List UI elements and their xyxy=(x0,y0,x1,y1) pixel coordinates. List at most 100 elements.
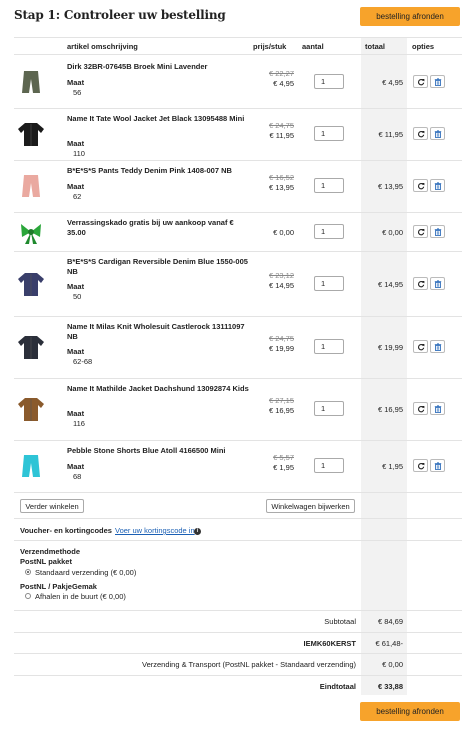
size-label: Maat xyxy=(67,182,85,191)
original-price: € 22,27 xyxy=(268,69,294,78)
product-name[interactable]: B*E*S*S Cardigan Reversible Denim Blue 1… xyxy=(67,257,252,277)
line-total: € 19,99 xyxy=(377,343,403,352)
continue-shopping-button[interactable]: Verder winkelen xyxy=(20,499,84,513)
trash-icon[interactable] xyxy=(430,127,445,140)
product-name[interactable]: Dirk 32BR-07645B Broek Mini Lavender xyxy=(67,62,252,72)
size-value: 62 xyxy=(73,192,82,201)
shipping-group-pakjegemak: PostNL / PakjeGemak xyxy=(20,582,97,591)
trash-icon[interactable] xyxy=(430,75,445,88)
subtotal-label: Subtotaal xyxy=(324,617,356,626)
cart-row: B*E*S*S Cardigan Reversible Denim Blue 1… xyxy=(0,251,475,316)
voucher-link[interactable]: Voer uw kortingscode in xyxy=(115,526,195,535)
refresh-icon[interactable] xyxy=(413,225,428,238)
product-image[interactable] xyxy=(16,451,46,481)
original-price: € 27,15 xyxy=(268,396,294,405)
line-total: € 11,95 xyxy=(378,130,403,139)
line-total: € 0,00 xyxy=(382,228,403,237)
trash-icon[interactable] xyxy=(430,459,445,472)
refresh-icon[interactable] xyxy=(413,459,428,472)
divider xyxy=(14,518,462,519)
divider xyxy=(14,610,462,611)
checkout-button-top[interactable]: bestelling afronden xyxy=(360,7,460,26)
size-label: Maat xyxy=(67,462,85,471)
divider xyxy=(14,653,462,654)
shipping-cost-value: € 0,00 xyxy=(382,660,403,669)
product-name[interactable]: Verrassingskado gratis bij uw aankoop va… xyxy=(67,218,252,238)
subtotal-value: € 84,69 xyxy=(377,617,403,626)
divider xyxy=(14,540,462,541)
unit-price: € 14,95 xyxy=(268,281,294,290)
discount-code-label: IEMK60KERST xyxy=(303,639,356,648)
original-price: € 5,57 xyxy=(273,453,294,462)
quantity-input[interactable]: 1 xyxy=(314,458,344,473)
divider xyxy=(14,54,462,55)
product-image[interactable] xyxy=(16,119,46,149)
trash-icon[interactable] xyxy=(430,179,445,192)
radio-standard-shipping[interactable] xyxy=(25,569,31,575)
product-image[interactable] xyxy=(16,394,46,424)
size-value: 56 xyxy=(73,88,82,97)
size-value: 110 xyxy=(73,149,85,158)
info-icon[interactable]: i xyxy=(194,526,201,535)
cart-row: Name It Milas Knit Wholesuit Castlerock … xyxy=(0,316,475,378)
radio-pickup-shipping[interactable] xyxy=(25,593,31,599)
divider xyxy=(14,675,462,676)
product-image[interactable] xyxy=(16,269,46,299)
discount-value: € 61,48- xyxy=(375,639,403,648)
unit-price: € 4,95 xyxy=(273,79,294,88)
trash-icon[interactable] xyxy=(430,340,445,353)
col-header-qty: aantal xyxy=(302,42,324,51)
product-image[interactable] xyxy=(16,217,46,247)
shipping-group-postnl: PostNL pakket xyxy=(20,557,72,566)
divider xyxy=(14,632,462,633)
refresh-icon[interactable] xyxy=(413,179,428,192)
quantity-input[interactable]: 1 xyxy=(314,74,344,89)
unit-price: € 1,95 xyxy=(273,463,294,472)
product-name[interactable]: Name It Milas Knit Wholesuit Castlerock … xyxy=(67,322,252,342)
product-name[interactable]: Name It Tate Wool Jacket Jet Black 13095… xyxy=(67,114,252,124)
refresh-icon[interactable] xyxy=(413,75,428,88)
quantity-input[interactable]: 1 xyxy=(314,401,344,416)
quantity-input[interactable]: 1 xyxy=(314,276,344,291)
line-total: € 14,95 xyxy=(377,280,403,289)
line-total: € 16,95 xyxy=(377,405,403,414)
line-total: € 4,95 xyxy=(382,78,403,87)
checkout-button-bottom[interactable]: bestelling afronden xyxy=(360,702,460,721)
trash-icon[interactable] xyxy=(430,225,445,238)
line-total: € 1,95 xyxy=(382,462,403,471)
divider xyxy=(14,492,462,493)
cart-row: B*E*S*S Pants Teddy Denim Pink 1408-007 … xyxy=(0,160,475,212)
col-header-options: opties xyxy=(412,42,435,51)
quantity-input[interactable]: 1 xyxy=(314,178,344,193)
refresh-icon[interactable] xyxy=(413,340,428,353)
original-price: € 16,52 xyxy=(268,173,294,182)
trash-icon[interactable] xyxy=(430,277,445,290)
product-name[interactable]: Pebble Stone Shorts Blue Atoll 4166500 M… xyxy=(67,446,252,456)
divider xyxy=(14,37,462,38)
update-cart-button[interactable]: Winkelwagen bijwerken xyxy=(266,499,355,513)
original-price: € 24,75 xyxy=(268,121,294,130)
original-price: € 23,12 xyxy=(268,271,294,280)
quantity-input[interactable]: 1 xyxy=(314,339,344,354)
product-name[interactable]: B*E*S*S Pants Teddy Denim Pink 1408-007 … xyxy=(67,166,252,176)
cart-row: Name It Tate Wool Jacket Jet Black 13095… xyxy=(0,108,475,160)
refresh-icon[interactable] xyxy=(413,127,428,140)
refresh-icon[interactable] xyxy=(413,277,428,290)
refresh-icon[interactable] xyxy=(413,402,428,415)
size-value: 68 xyxy=(73,472,82,481)
grand-total-label: Eindtotaal xyxy=(319,682,356,691)
page-title: Stap 1: Controleer uw bestelling xyxy=(14,8,226,22)
product-image[interactable] xyxy=(16,332,46,362)
trash-icon[interactable] xyxy=(430,402,445,415)
cart-row: Dirk 32BR-07645B Broek Mini Lavender Maat… xyxy=(0,56,475,108)
shipping-cost-label: Verzending & Transport (PostNL pakket - … xyxy=(141,660,356,669)
size-value: 116 xyxy=(73,419,85,428)
product-image[interactable] xyxy=(16,67,46,97)
quantity-input[interactable]: 1 xyxy=(314,126,344,141)
grand-total-value: € 33,88 xyxy=(377,682,403,691)
quantity-input[interactable]: 1 xyxy=(314,224,344,239)
shipping-option-pickup: Afhalen in de buurt (€ 0,00) xyxy=(35,592,126,601)
product-image[interactable] xyxy=(16,171,46,201)
product-name[interactable]: Name It Mathilde Jacket Dachshund 130928… xyxy=(67,384,252,394)
col-header-total: totaal xyxy=(365,42,386,51)
